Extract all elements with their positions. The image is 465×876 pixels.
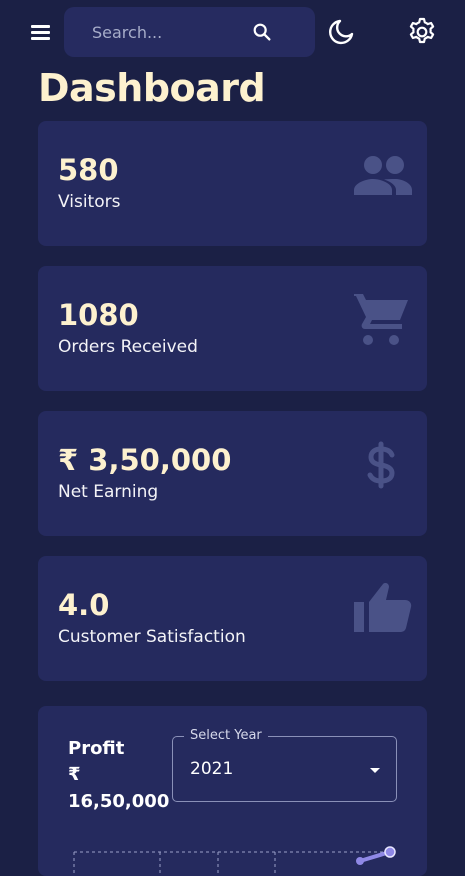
visitors-label: Visitors	[58, 192, 121, 212]
gear-icon[interactable]	[407, 17, 437, 47]
orders-value: 1080	[58, 298, 139, 332]
visitors-value: 580	[58, 153, 119, 187]
earning-label: Net Earning	[58, 482, 159, 502]
moon-icon[interactable]	[327, 18, 355, 46]
visitors-card[interactable]: 580 Visitors	[38, 121, 427, 246]
earning-value: ₹ 3,50,000	[58, 443, 232, 477]
profit-chart	[73, 846, 396, 876]
thumbs-up-icon	[354, 583, 412, 632]
top-bar	[0, 0, 465, 64]
people-icon	[354, 156, 412, 195]
menu-icon[interactable]	[28, 20, 54, 44]
satisfaction-card[interactable]: 4.0 Customer Satisfaction	[38, 556, 427, 681]
profit-title: Profit	[68, 738, 125, 759]
year-select-label: Select Year	[184, 728, 268, 743]
year-select-value: 2021	[190, 759, 234, 779]
year-select[interactable]: Select Year 2021	[172, 728, 397, 802]
page-title: Dashboard	[38, 66, 266, 110]
earning-card[interactable]: ₹ 3,50,000 Net Earning	[38, 411, 427, 536]
search-icon[interactable]	[251, 21, 273, 43]
profit-value: 16,50,000	[68, 791, 170, 812]
search-box	[64, 7, 315, 57]
orders-label: Orders Received	[58, 337, 198, 357]
orders-card[interactable]: 1080 Orders Received	[38, 266, 427, 391]
dollar-icon	[367, 441, 395, 489]
search-input[interactable]	[92, 21, 262, 43]
satisfaction-label: Customer Satisfaction	[58, 627, 246, 647]
profit-currency: ₹	[68, 764, 81, 785]
satisfaction-value: 4.0	[58, 588, 110, 622]
cart-icon	[354, 294, 408, 345]
profit-card: Profit ₹ 16,50,000 Select Year 2021	[38, 706, 427, 876]
chevron-down-icon	[370, 768, 380, 773]
